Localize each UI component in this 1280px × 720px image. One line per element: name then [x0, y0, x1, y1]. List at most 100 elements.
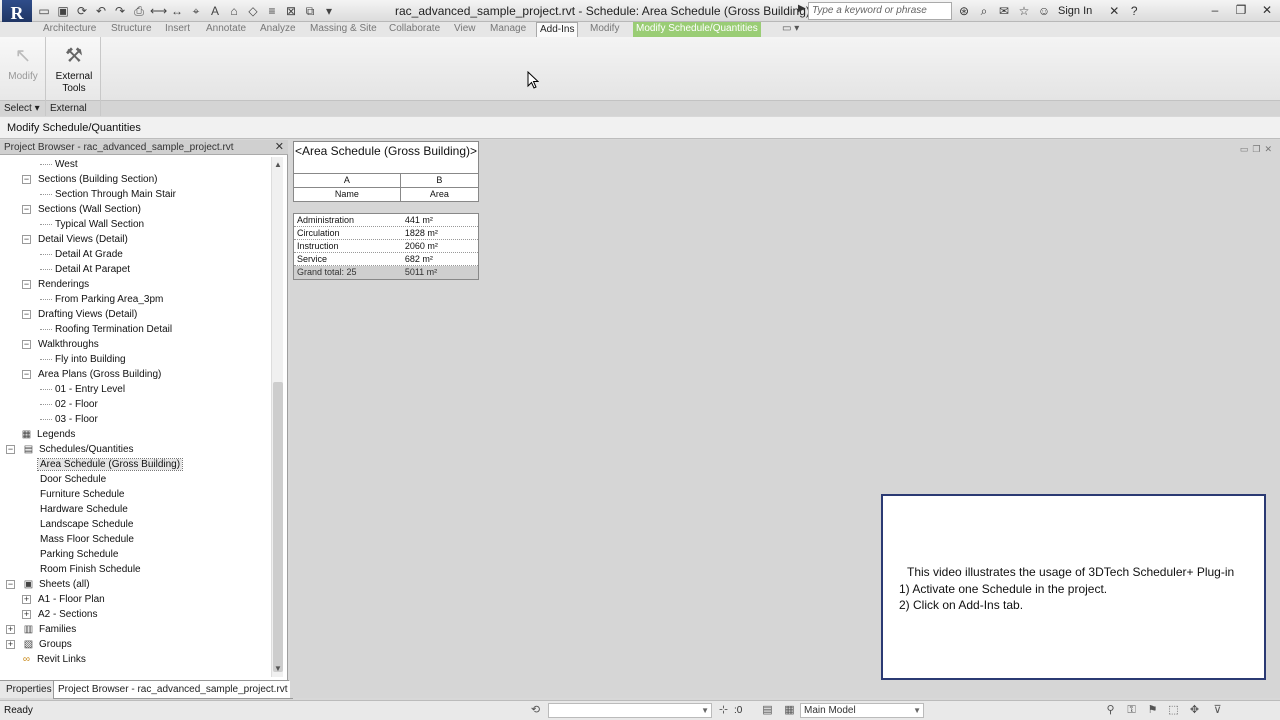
- tab-structure[interactable]: Structure: [108, 22, 155, 37]
- tree-item[interactable]: − Walkthroughs: [22, 337, 99, 352]
- binoculars-icon[interactable]: ⊛: [956, 3, 972, 19]
- customize-qat-icon[interactable]: ▾: [321, 3, 337, 19]
- header-name[interactable]: Name: [294, 188, 401, 201]
- workset-combo[interactable]: ▼: [548, 703, 712, 718]
- tree-item[interactable]: Room Finish Schedule: [40, 562, 141, 577]
- area-schedule-table[interactable]: <Area Schedule (Gross Building)> A B Nam…: [293, 141, 479, 280]
- redo-icon[interactable]: ↷: [112, 3, 128, 19]
- 3d-view-icon[interactable]: ⌂: [226, 3, 242, 19]
- scroll-down-icon[interactable]: ▼: [272, 663, 284, 675]
- table-row[interactable]: Service 682 m²: [294, 253, 478, 266]
- ribbon-minimize-icon[interactable]: ▭ ▾: [779, 22, 802, 37]
- tree-item[interactable]: Fly into Building: [40, 352, 126, 367]
- design-options-icon[interactable]: ▤: [760, 703, 775, 718]
- view-restore-icon[interactable]: ❐: [1252, 144, 1260, 155]
- expand-icon[interactable]: +: [6, 624, 15, 634]
- open-icon[interactable]: ▭: [36, 3, 52, 19]
- tab-analyze[interactable]: Analyze: [257, 22, 299, 37]
- tree-item-area-schedule[interactable]: Area Schedule (Gross Building): [36, 457, 184, 472]
- drag-elements-icon[interactable]: ✥: [1187, 703, 1202, 718]
- tree-item[interactable]: Parking Schedule: [40, 547, 118, 562]
- tab-manage[interactable]: Manage: [487, 22, 529, 37]
- close-icon[interactable]: ✕: [275, 140, 284, 155]
- browser-scrollbar[interactable]: ▲ ▼: [271, 157, 283, 677]
- sign-in-link[interactable]: Sign In: [1058, 5, 1092, 17]
- table-row[interactable]: Administration 441 m²: [294, 214, 478, 227]
- print-icon[interactable]: ⎙: [131, 3, 147, 19]
- tree-item[interactable]: Hardware Schedule: [40, 502, 128, 517]
- tab-collaborate[interactable]: Collaborate: [386, 22, 443, 37]
- collapse-icon[interactable]: −: [22, 204, 31, 214]
- close-icon[interactable]: ✕: [1254, 0, 1280, 20]
- collapse-icon[interactable]: −: [6, 444, 15, 454]
- tree-item[interactable]: Detail At Parapet: [40, 262, 130, 277]
- view-minimize-icon[interactable]: ▭: [1240, 144, 1249, 155]
- expand-icon[interactable]: +: [22, 609, 31, 619]
- editable-only-icon[interactable]: ⊹: [716, 703, 731, 718]
- tree-item[interactable]: West: [40, 157, 78, 172]
- tree-item[interactable]: Door Schedule: [40, 472, 106, 487]
- tree-item[interactable]: From Parking Area_3pm: [40, 292, 163, 307]
- collapse-icon[interactable]: −: [22, 369, 31, 379]
- favorites-icon[interactable]: ☆: [1016, 3, 1032, 19]
- tab-modify-schedule-quantities[interactable]: Modify Schedule/Quantities: [633, 22, 761, 37]
- tree-item-legends[interactable]: ▦ Legends: [20, 427, 76, 442]
- subscription-icon[interactable]: ⌕: [976, 3, 992, 19]
- select-by-face-icon[interactable]: ⬚: [1166, 703, 1181, 718]
- undo-icon[interactable]: ↶: [93, 3, 109, 19]
- switch-windows-icon[interactable]: ⧉: [302, 3, 318, 19]
- design-option-combo[interactable]: Main Model ▼: [800, 703, 924, 718]
- thin-lines-icon[interactable]: ≡: [264, 3, 280, 19]
- tree-item[interactable]: Roofing Termination Detail: [40, 322, 172, 337]
- select-group-label[interactable]: Select ▾: [0, 100, 45, 116]
- exchange-icon[interactable]: ✕: [1106, 3, 1122, 19]
- tab-modify[interactable]: Modify: [587, 22, 622, 37]
- view-close-icon[interactable]: ✕: [1264, 144, 1272, 155]
- expand-icon[interactable]: +: [6, 639, 15, 649]
- tab-view[interactable]: View: [451, 22, 479, 37]
- tree-item[interactable]: Detail At Grade: [40, 247, 123, 262]
- column-letter-a[interactable]: A: [294, 174, 401, 187]
- tree-item[interactable]: Furniture Schedule: [40, 487, 125, 502]
- user-icon[interactable]: ☺: [1036, 3, 1052, 19]
- tree-item[interactable]: + A1 - Floor Plan: [22, 592, 105, 607]
- tree-item[interactable]: Typical Wall Section: [40, 217, 144, 232]
- scroll-thumb[interactable]: [273, 382, 283, 672]
- text-icon[interactable]: A: [207, 3, 223, 19]
- expand-icon[interactable]: +: [22, 594, 31, 604]
- tree-item[interactable]: − Sections (Wall Section): [22, 202, 141, 217]
- tree-item[interactable]: 02 - Floor: [40, 397, 98, 412]
- search-input[interactable]: Type a keyword or phrase: [808, 2, 952, 20]
- tree-item[interactable]: 01 - Entry Level: [40, 382, 125, 397]
- header-area[interactable]: Area: [401, 188, 478, 201]
- collapse-icon[interactable]: −: [22, 279, 31, 289]
- sync-icon[interactable]: ⟳: [74, 3, 90, 19]
- tree-item-schedules[interactable]: − ▤ Schedules/Quantities: [6, 442, 134, 457]
- tab-project-browser[interactable]: Project Browser - rac_advanced_sample_pr…: [53, 681, 293, 699]
- search-expand-icon[interactable]: ▶: [798, 3, 806, 14]
- tree-item[interactable]: Section Through Main Stair: [40, 187, 176, 202]
- tree-item[interactable]: − Detail Views (Detail): [22, 232, 128, 247]
- tree-item-revit-links[interactable]: ∞ Revit Links: [20, 652, 86, 667]
- external-tools-button[interactable]: ⚒ External Tools: [50, 43, 98, 95]
- collapse-icon[interactable]: −: [22, 339, 31, 349]
- filter-icon[interactable]: ⊽: [1210, 703, 1225, 718]
- tree-item[interactable]: − Renderings: [22, 277, 89, 292]
- minimize-icon[interactable]: –: [1202, 0, 1228, 20]
- save-icon[interactable]: ▣: [55, 3, 71, 19]
- table-row[interactable]: Instruction 2060 m²: [294, 240, 478, 253]
- section-icon[interactable]: ◇: [245, 3, 261, 19]
- measure-icon[interactable]: ⟷: [150, 3, 167, 19]
- worksharing-icon[interactable]: ⟲: [528, 703, 543, 718]
- tree-item[interactable]: Mass Floor Schedule: [40, 532, 134, 547]
- tab-architecture[interactable]: Architecture: [40, 22, 99, 37]
- tab-add-ins[interactable]: Add-Ins: [536, 22, 579, 37]
- collapse-icon[interactable]: −: [6, 579, 15, 589]
- tree-item-sheets[interactable]: − ▣ Sheets (all): [6, 577, 90, 592]
- tree-item[interactable]: − Sections (Building Section): [22, 172, 158, 187]
- tree-item[interactable]: Landscape Schedule: [40, 517, 133, 532]
- close-hidden-icon[interactable]: ⊠: [283, 3, 299, 19]
- select-links-icon[interactable]: ⚲: [1103, 703, 1118, 718]
- select-pinned-icon[interactable]: ⚑: [1145, 703, 1160, 718]
- tag-icon[interactable]: ⌖: [188, 3, 204, 19]
